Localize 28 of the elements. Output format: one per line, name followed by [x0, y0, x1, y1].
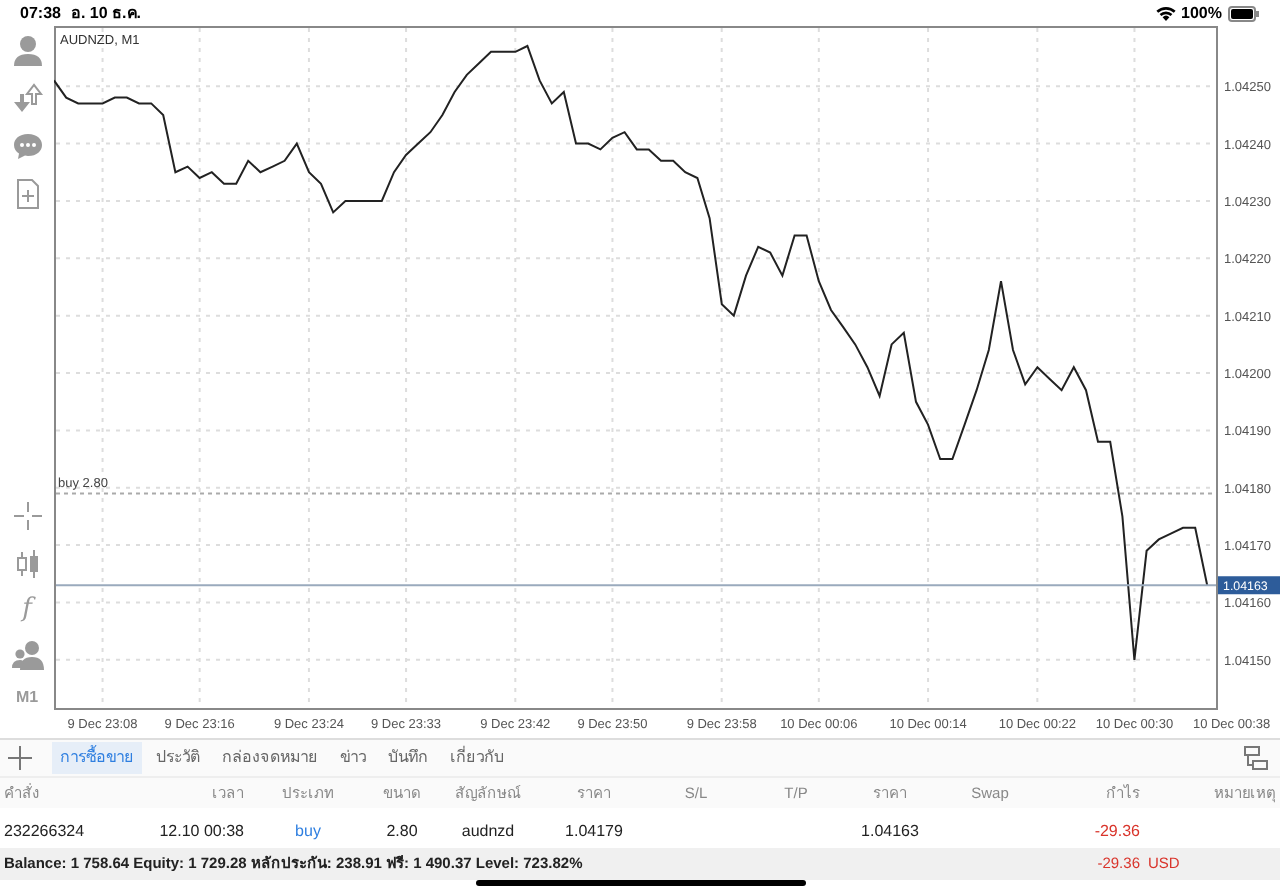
layout-icon[interactable]: [1244, 746, 1268, 771]
tab[interactable]: กล่องจดหมาย: [214, 742, 326, 775]
status-time: 07:38: [20, 1, 61, 26]
crosshair-icon[interactable]: [11, 500, 43, 533]
new-document-icon[interactable]: [11, 178, 43, 211]
tab[interactable]: บันทึก: [380, 742, 436, 775]
user-icon[interactable]: [11, 34, 43, 67]
wifi-icon: [1155, 5, 1176, 22]
tab[interactable]: การซื้อขาย: [52, 742, 142, 775]
battery-icon: [1228, 5, 1260, 22]
table-cell: 232266324: [4, 822, 85, 841]
candlestick-icon[interactable]: [11, 548, 43, 581]
table-cell: 1.04179: [565, 822, 623, 841]
table-cell: audnzd: [461, 822, 515, 841]
table-cell: 12.10 00:38: [159, 822, 244, 841]
chat-icon[interactable]: [11, 130, 43, 163]
table-cell: 1.04163: [861, 822, 919, 841]
table-cell: buy: [295, 822, 321, 841]
add-icon[interactable]: [8, 746, 32, 771]
tab[interactable]: ข่าว: [332, 742, 374, 775]
people-icon[interactable]: [11, 638, 43, 671]
tab[interactable]: ประวัติ: [148, 742, 208, 775]
up-down-arrows-icon[interactable]: [11, 82, 43, 115]
table-cell: 2.80: [386, 822, 418, 841]
battery-percent: 100%: [1181, 1, 1222, 26]
table-cell: -29.36: [1094, 822, 1140, 841]
tab[interactable]: เกี่ยวกับ: [442, 742, 512, 775]
status-date: อ. 10 ธ.ค.: [70, 1, 141, 26]
